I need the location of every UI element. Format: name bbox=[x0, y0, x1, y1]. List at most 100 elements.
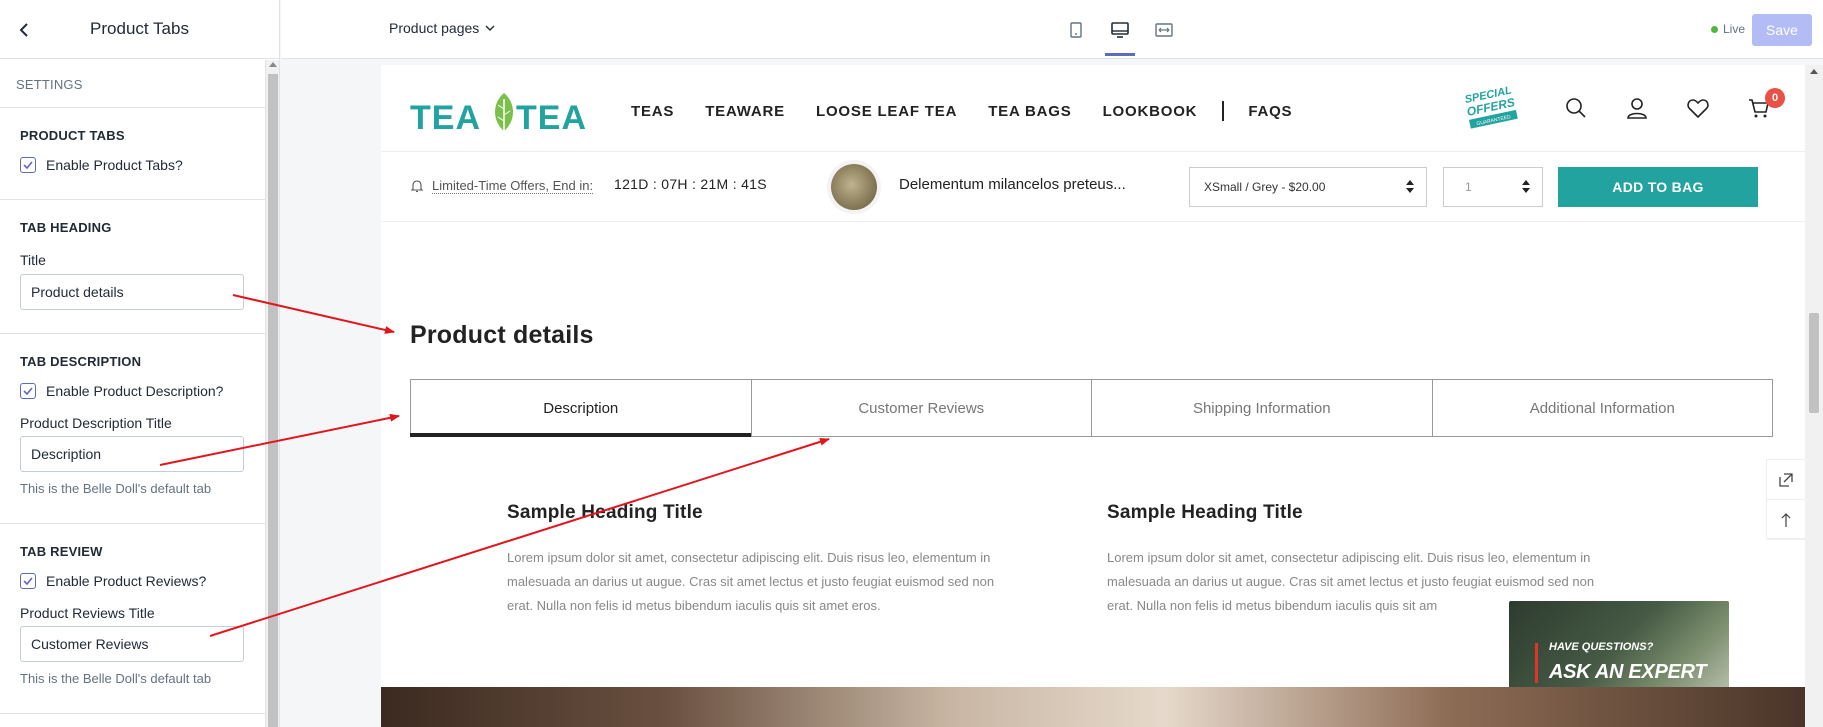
select-arrows-icon bbox=[1406, 180, 1414, 193]
variant-select[interactable]: XSmall / Grey - $20.00 bbox=[1189, 167, 1427, 207]
sidebar-scrollbar[interactable] bbox=[265, 60, 279, 727]
floating-tools bbox=[1766, 459, 1805, 540]
external-link-icon[interactable] bbox=[1767, 460, 1805, 500]
add-to-bag-button[interactable]: ADD TO BAG bbox=[1558, 167, 1758, 207]
quantity-value: 1 bbox=[1465, 180, 1472, 194]
select-arrows-icon bbox=[1522, 180, 1530, 193]
account-icon[interactable] bbox=[1625, 96, 1649, 120]
mobile-view-button[interactable] bbox=[1061, 15, 1091, 45]
section-product-tabs: PRODUCT TABS Enable Product Tabs? bbox=[0, 108, 265, 200]
back-to-top-arrow-icon[interactable] bbox=[1767, 500, 1805, 540]
tab-description[interactable]: Description bbox=[410, 380, 752, 437]
live-status: Live bbox=[1711, 22, 1745, 36]
settings-caption: SETTINGS bbox=[0, 60, 265, 108]
settings-sidebar: Product Tabs SETTINGS PRODUCT TABS Enabl… bbox=[0, 0, 280, 727]
tea-tea-logo[interactable]: TEA TEA bbox=[410, 81, 600, 137]
tab-shipping-information[interactable]: Shipping Information bbox=[1092, 380, 1433, 436]
quantity-select[interactable]: 1 bbox=[1443, 167, 1543, 207]
tab-heading-title-input[interactable]: Product details bbox=[20, 274, 244, 310]
nav-item-loose-leaf-tea[interactable]: LOOSE LEAF TEA bbox=[816, 103, 957, 120]
help-text: This is the Belle Doll's default tab bbox=[20, 671, 212, 686]
nav-item-teaware[interactable]: TEAWARE bbox=[705, 103, 785, 120]
checkmark-icon[interactable] bbox=[20, 383, 36, 399]
description-title-input[interactable]: Description bbox=[20, 436, 244, 472]
product-tabs: Description Customer Reviews Shipping In… bbox=[410, 379, 1773, 437]
enable-product-description-checkbox[interactable]: Enable Product Description? bbox=[20, 383, 245, 399]
section-heading: TAB HEADING bbox=[20, 220, 112, 235]
scroll-up-arrow-icon[interactable] bbox=[269, 62, 277, 67]
tab-customer-reviews[interactable]: Customer Reviews bbox=[752, 380, 1092, 436]
sticky-add-to-cart-bar: Limited-Time Offers, End in: 121D : 07H … bbox=[381, 152, 1805, 222]
preview-scrollbar[interactable] bbox=[1805, 65, 1823, 727]
checkbox-label: Enable Product Tabs? bbox=[46, 157, 183, 173]
checkbox-label: Enable Product Description? bbox=[46, 383, 224, 399]
sidebar-body: SETTINGS PRODUCT TABS Enable Product Tab… bbox=[0, 60, 265, 727]
live-dot-icon bbox=[1711, 25, 1718, 33]
countdown-timer: 121D : 07H : 21M : 41S bbox=[614, 176, 767, 192]
nav-item-teas[interactable]: TEAS bbox=[631, 103, 674, 120]
title-label: Title bbox=[20, 252, 46, 268]
section-tab-description: TAB DESCRIPTION Enable Product Descripti… bbox=[0, 334, 265, 524]
svg-text:TEA: TEA bbox=[410, 99, 481, 137]
header-icons: 0 bbox=[1564, 88, 1785, 120]
cart-count-badge: 0 bbox=[1765, 88, 1785, 108]
device-switcher bbox=[1061, 15, 1179, 56]
svg-text:TEA: TEA bbox=[516, 99, 587, 137]
product-thumbnail bbox=[831, 164, 877, 210]
scrollbar-thumb[interactable] bbox=[1809, 313, 1819, 413]
offer-text: Limited-Time Offers, End in: bbox=[432, 178, 594, 194]
page-type-label: Product pages bbox=[389, 20, 480, 36]
desktop-view-button[interactable] bbox=[1105, 15, 1135, 56]
chevron-down-icon bbox=[485, 25, 495, 31]
search-icon[interactable] bbox=[1564, 96, 1588, 120]
reviews-title-label: Product Reviews Title bbox=[20, 605, 155, 621]
nav-item-faqs[interactable]: FAQS bbox=[1248, 103, 1292, 120]
expert-question: HAVE QUESTIONS? bbox=[1549, 641, 1654, 653]
full-width-view-button[interactable] bbox=[1149, 15, 1179, 45]
cart-icon[interactable]: 0 bbox=[1747, 88, 1785, 120]
desktop-icon bbox=[1111, 22, 1129, 38]
section-tab-heading: TAB HEADING Title Product details bbox=[0, 200, 265, 334]
content-column: Sample Heading Title Lorem ipsum dolor s… bbox=[507, 502, 1007, 618]
nav-item-tea-bags[interactable]: TEA BAGS bbox=[988, 103, 1071, 120]
sidebar-title: Product Tabs bbox=[90, 19, 189, 38]
back-arrow-icon[interactable] bbox=[12, 18, 36, 42]
offer-timer: Limited-Time Offers, End in: bbox=[410, 178, 594, 194]
expert-cta: ASK AN EXPERT bbox=[1549, 661, 1707, 683]
bell-icon bbox=[410, 180, 424, 193]
checkmark-icon[interactable] bbox=[20, 157, 36, 173]
enable-product-tabs-checkbox[interactable]: Enable Product Tabs? bbox=[20, 157, 245, 173]
page-type-dropdown[interactable]: Product pages bbox=[389, 20, 495, 36]
mobile-icon bbox=[1070, 22, 1082, 38]
section-heading: PRODUCT TABS bbox=[20, 128, 125, 143]
column-heading: Sample Heading Title bbox=[507, 502, 703, 523]
scrollbar-thumb[interactable] bbox=[268, 74, 278, 727]
wishlist-heart-icon[interactable] bbox=[1686, 96, 1710, 120]
nav-divider bbox=[1222, 101, 1225, 121]
help-text: This is the Belle Doll's default tab bbox=[20, 481, 212, 496]
product-details-title: Product details bbox=[410, 321, 594, 349]
sidebar-header: Product Tabs bbox=[0, 0, 279, 59]
special-offers-badge[interactable]: SPECIAL OFFERS GUARANTEED bbox=[1461, 83, 1521, 133]
full-width-icon bbox=[1155, 23, 1173, 37]
column-heading: Sample Heading Title bbox=[1107, 502, 1303, 523]
section-heading: TAB REVIEW bbox=[20, 544, 103, 559]
save-button[interactable]: Save bbox=[1752, 14, 1812, 46]
checkbox-label: Enable Product Reviews? bbox=[46, 573, 207, 589]
store-header: TEA TEA TEAS TEAWARE LOOSE LEAF TEA TEA … bbox=[381, 65, 1805, 152]
section-heading: TAB DESCRIPTION bbox=[20, 354, 142, 369]
live-label: Live bbox=[1723, 22, 1746, 36]
hero-banner-image bbox=[381, 687, 1805, 727]
accent-bar bbox=[1535, 643, 1538, 683]
reviews-title-input[interactable]: Customer Reviews bbox=[20, 626, 244, 662]
theme-preview: TEA TEA TEAS TEAWARE LOOSE LEAF TEA TEA … bbox=[381, 65, 1805, 727]
variant-value: XSmall / Grey - $20.00 bbox=[1204, 180, 1326, 194]
tab-additional-information[interactable]: Additional Information bbox=[1433, 380, 1773, 436]
description-title-label: Product Description Title bbox=[20, 415, 172, 431]
scroll-up-arrow-icon[interactable] bbox=[1810, 69, 1818, 74]
checkmark-icon[interactable] bbox=[20, 573, 36, 589]
sticky-product-name: Delementum milancelos preteus... bbox=[899, 176, 1126, 193]
enable-product-reviews-checkbox[interactable]: Enable Product Reviews? bbox=[20, 573, 245, 589]
main-nav: TEAS TEAWARE LOOSE LEAF TEA TEA BAGS LOO… bbox=[631, 101, 1323, 121]
nav-item-lookbook[interactable]: LOOKBOOK bbox=[1103, 103, 1198, 120]
